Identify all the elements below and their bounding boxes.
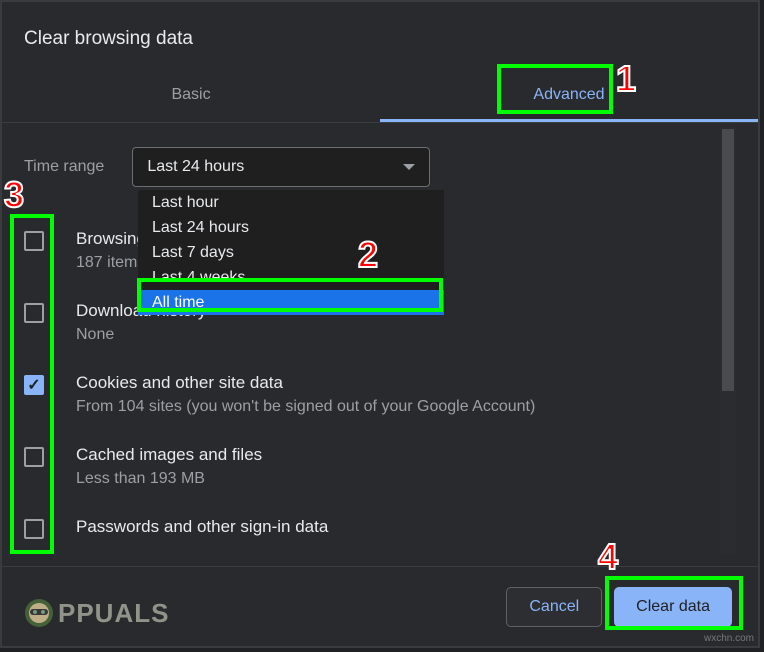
option-last-7-days[interactable]: Last 7 days [138, 240, 444, 265]
checkbox-cached-images[interactable] [24, 447, 44, 467]
watermark-logo: PPUALS [22, 596, 169, 630]
scrollbar-thumb[interactable] [722, 129, 734, 391]
option-last-hour[interactable]: Last hour [138, 190, 444, 215]
time-range-row: Time range Last 24 hours [2, 123, 736, 187]
dialog-title: Clear browsing data [2, 2, 758, 50]
item-title: Cookies and other site data [76, 371, 535, 395]
mascot-icon [22, 596, 56, 630]
option-all-time[interactable]: All time [138, 290, 444, 315]
time-range-label: Time range [24, 158, 104, 176]
tab-advanced[interactable]: Advanced [380, 78, 758, 118]
checkbox-cookies[interactable]: ✓ [24, 375, 44, 395]
time-range-dropdown: Last hour Last 24 hours Last 7 days Last… [138, 190, 444, 315]
scrollbar[interactable] [720, 123, 736, 553]
clear-browsing-data-dialog: Clear browsing data Basic Advanced Time … [0, 0, 760, 648]
item-sub: Less than 193 MB [76, 467, 262, 491]
cancel-button[interactable]: Cancel [506, 587, 602, 627]
checkbox-browsing-history[interactable] [24, 231, 44, 251]
option-last-24-hours[interactable]: Last 24 hours [138, 215, 444, 240]
item-sub: None [76, 323, 206, 347]
time-range-select[interactable]: Last 24 hours [132, 147, 430, 187]
checkbox-download-history[interactable] [24, 303, 44, 323]
checkmark-icon: ✓ [27, 375, 40, 395]
list-item[interactable]: ✓ Cookies and other site data From 104 s… [24, 359, 706, 431]
checkbox-passwords[interactable] [24, 519, 44, 539]
corner-text: wxchn.com [704, 633, 754, 644]
list-item[interactable]: Cached images and files Less than 193 MB [24, 431, 706, 503]
caret-down-icon [403, 164, 415, 170]
item-title: Cached images and files [76, 443, 262, 467]
tab-basic[interactable]: Basic [2, 78, 380, 118]
tabs: Basic Advanced [2, 78, 758, 118]
list-item[interactable]: Passwords and other sign-in data [24, 503, 706, 539]
item-title: Passwords and other sign-in data [76, 515, 328, 539]
time-range-value: Last 24 hours [147, 158, 244, 176]
option-last-4-weeks[interactable]: Last 4 weeks [138, 265, 444, 290]
item-sub: From 104 sites (you won't be signed out … [76, 395, 535, 419]
clear-data-button[interactable]: Clear data [614, 587, 732, 627]
scroll-area: Time range Last 24 hours Last hour Last … [2, 123, 736, 556]
